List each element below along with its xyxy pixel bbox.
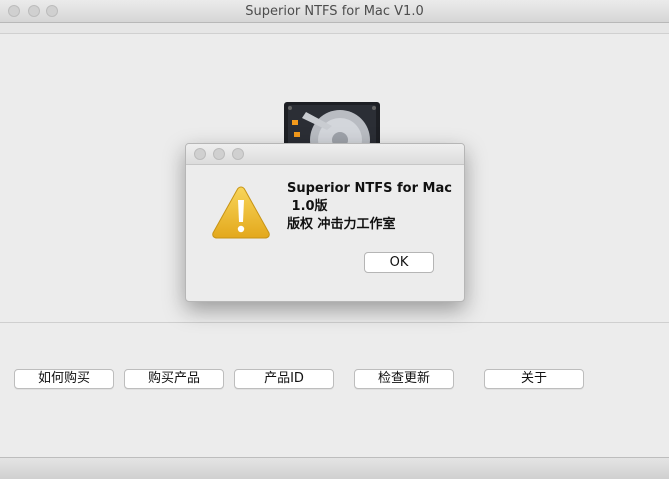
title-bar[interactable]: Superior NTFS for Mac V1.0	[0, 0, 669, 23]
window-title: Superior NTFS for Mac V1.0	[245, 4, 424, 19]
warning-icon	[212, 186, 270, 239]
dialog-copyright: 版权 冲击力工作室	[287, 217, 396, 232]
check-update-button[interactable]: 检查更新	[354, 369, 454, 389]
dialog-zoom-button[interactable]	[232, 148, 244, 160]
main-window: Superior NTFS for Mac V1.0 如何购买 购买产品 产品I…	[0, 0, 669, 479]
status-bar	[0, 457, 669, 479]
dialog-version: 1.0版	[287, 199, 328, 214]
dialog-message: Superior NTFS for Mac 1.0版 版权 冲击力工作室	[287, 180, 457, 234]
toolbar-strip	[0, 23, 669, 34]
buy-product-button[interactable]: 购买产品	[124, 369, 224, 389]
ok-button[interactable]: OK	[364, 252, 434, 273]
product-id-button[interactable]: 产品ID	[234, 369, 334, 389]
separator-line	[0, 322, 669, 323]
dialog-minimize-button[interactable]	[213, 148, 225, 160]
dialog-close-button[interactable]	[194, 148, 206, 160]
about-button[interactable]: 关于	[484, 369, 584, 389]
dialog-title: Superior NTFS for Mac	[287, 181, 452, 196]
about-alert-dialog: Superior NTFS for Mac 1.0版 版权 冲击力工作室 OK	[185, 143, 465, 302]
how-to-buy-button[interactable]: 如何购买	[14, 369, 114, 389]
dialog-title-bar[interactable]	[186, 144, 464, 165]
